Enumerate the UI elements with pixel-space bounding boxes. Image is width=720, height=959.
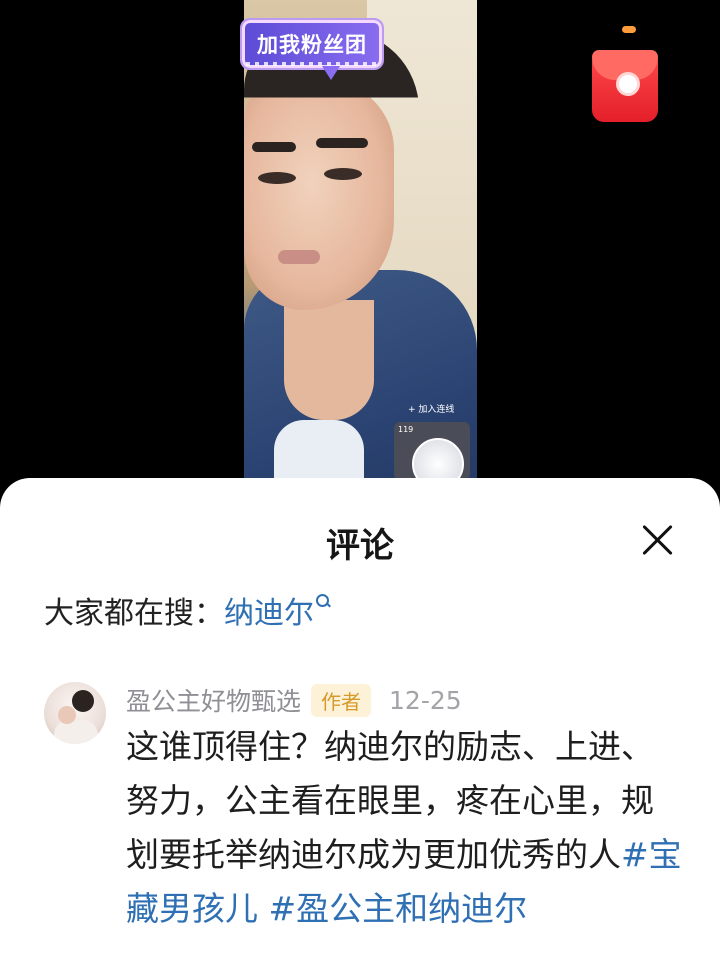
trending-search-prefix: 大家都在搜： [44, 596, 224, 631]
fan-badge-label: 加我粉丝团 [257, 33, 367, 57]
comments-title: 评论 [326, 526, 394, 566]
streamer-eye-right [324, 168, 362, 180]
trending-search-term[interactable]: 纳迪尔 [224, 596, 314, 631]
comment-author[interactable]: 盈公主好物甄选 [126, 682, 301, 718]
streamer-face [244, 80, 394, 310]
streamer-brow-left [252, 142, 296, 152]
avatar-figure-child [58, 706, 76, 724]
comment-meta: 盈公主好物甄选 作者 12-25 [126, 682, 462, 718]
avatar-figure-head [72, 690, 94, 712]
search-icon [316, 594, 330, 608]
avatar[interactable] [44, 682, 106, 744]
streamer-brow-right [316, 138, 368, 148]
avatar-figure-body [54, 720, 98, 744]
comment-text-body: 这谁顶得住？纳迪尔的励志、上进、努力，公主看在眼里，疼在心里，规划要托举纳迪尔成… [126, 727, 654, 874]
comments-sheet: 评论 大家都在搜：纳迪尔 盈公主好物甄选 作者 12-25 这谁顶得住？纳迪尔的… [0, 478, 720, 959]
close-icon[interactable] [636, 518, 680, 562]
red-envelope-icon[interactable] [592, 50, 658, 122]
badge-lights [246, 62, 378, 66]
join-connection-button[interactable]: + 加入连线 [408, 402, 454, 415]
red-envelope-coin [616, 72, 640, 96]
streamer-lips [278, 250, 320, 264]
connection-count: 119 [398, 425, 414, 434]
streamer-neck [284, 300, 374, 420]
trending-search[interactable]: 大家都在搜：纳迪尔 [44, 588, 330, 632]
comment-date: 12-25 [389, 685, 462, 715]
hashtag-link[interactable]: #盈公主和纳迪尔 [269, 889, 528, 928]
streamer-eye-left [258, 172, 296, 184]
author-badge: 作者 [311, 683, 372, 717]
join-fan-club-button[interactable]: 加我粉丝团 [240, 18, 384, 80]
comment-text[interactable]: 这谁顶得住？纳迪尔的励志、上进、努力，公主看在眼里，疼在心里，规划要托举纳迪尔成… [126, 720, 686, 936]
red-envelope-indicator [622, 26, 636, 33]
